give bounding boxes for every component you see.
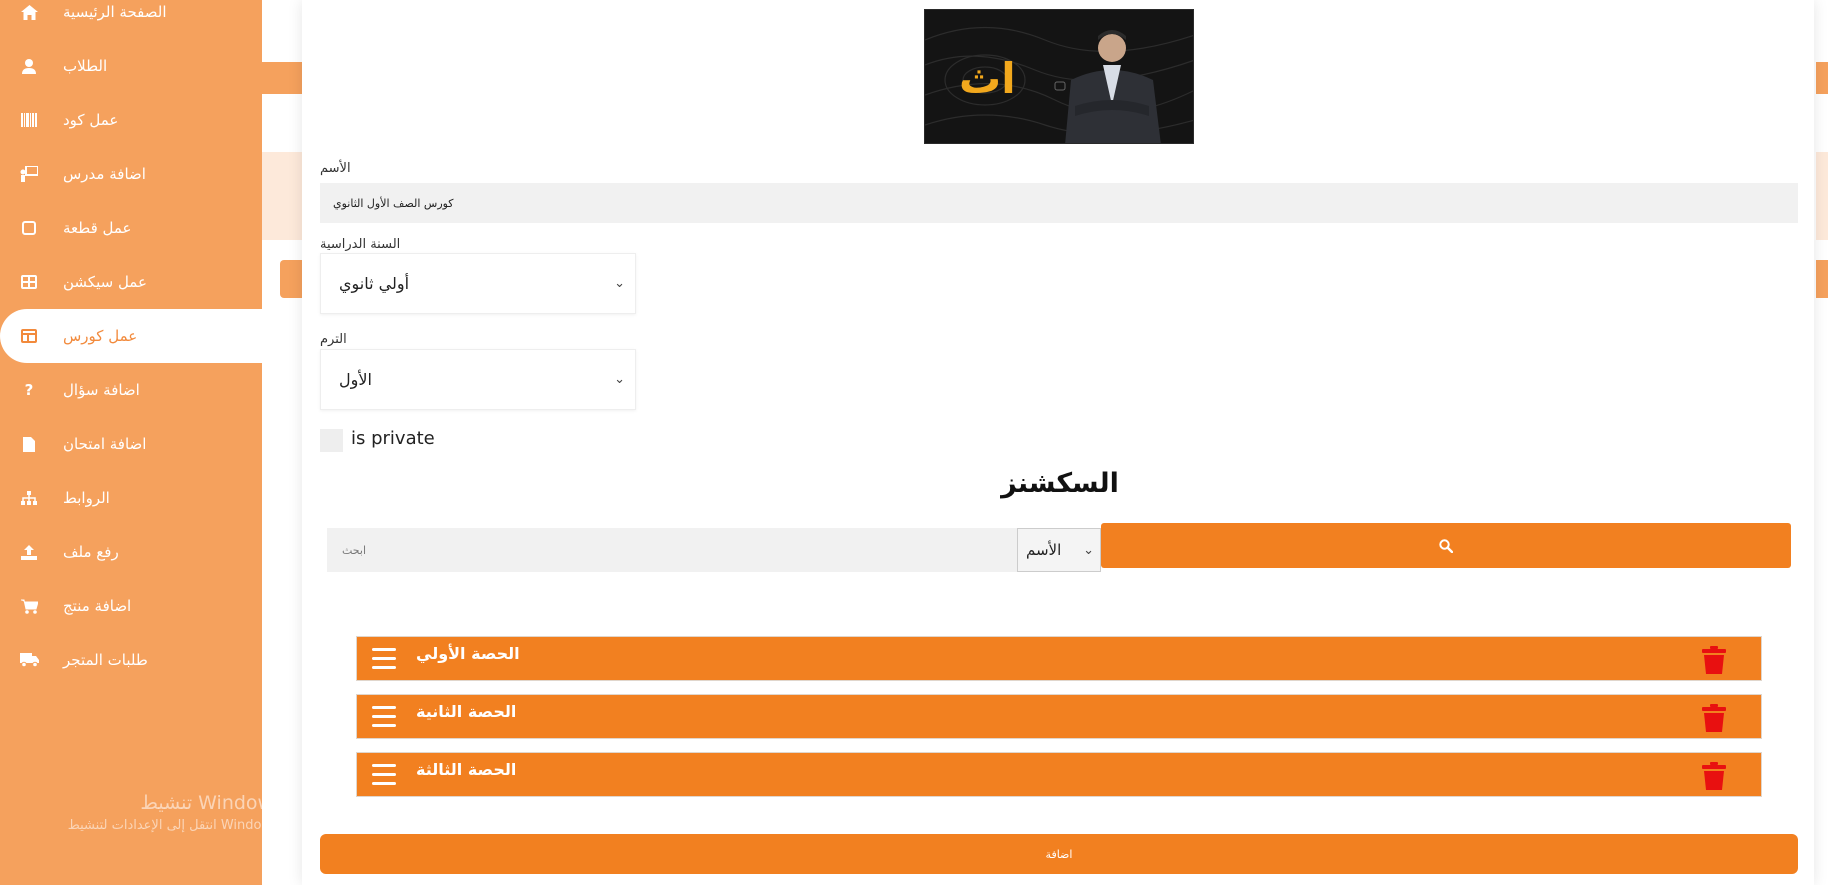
question-icon: ? <box>24 381 34 399</box>
term-value: الأول <box>339 370 372 389</box>
search-icon <box>1439 538 1453 553</box>
is-private-checkbox[interactable] <box>320 429 343 452</box>
course-name-value: كورس الصف الأول الثانوي <box>333 196 454 210</box>
windows-activation-hint: انتقل إلى الإعدادات لتنشيط Windows. <box>67 818 283 833</box>
upload-icon <box>19 544 39 560</box>
barcode-icon <box>19 113 39 127</box>
section-title: الحصة الثانية <box>416 702 517 721</box>
truck-icon <box>19 653 39 667</box>
sidebar-item-label: عمل سيكشن <box>63 273 147 291</box>
drag-handle-icon[interactable] <box>372 764 396 786</box>
chevron-down-icon: ⌄ <box>1083 542 1094 558</box>
delete-trash-icon[interactable] <box>1702 704 1726 732</box>
table-icon <box>19 329 39 343</box>
windows-activation-title: تنشيط Windows <box>140 792 283 814</box>
delete-trash-icon[interactable] <box>1702 762 1726 790</box>
sidebar-item-label: اضافة سؤال <box>63 381 140 399</box>
sidebar-item-make-course[interactable]: عمل كورس <box>0 309 262 363</box>
search-button[interactable] <box>1101 523 1791 568</box>
sidebar-item-store-orders[interactable]: طلبات المتجر <box>0 633 262 687</box>
sitemap-icon <box>19 491 39 505</box>
academic-year-label: السنة الدراسية <box>320 237 401 252</box>
academic-year-value: أولي ثانوي <box>339 274 410 293</box>
sidebar-item-label: رفع ملف <box>63 543 119 561</box>
term-select[interactable]: الأول ⌄ <box>320 349 636 410</box>
term-label: الترم <box>320 332 347 347</box>
sidebar-item-links[interactable]: الروابط <box>0 471 262 525</box>
drag-handle-icon[interactable] <box>372 648 396 670</box>
sidebar-item-label: اضافة منتج <box>63 597 132 615</box>
background-panel-strip <box>262 152 302 240</box>
sidebar-item-add-product[interactable]: اضافة منتج <box>0 579 262 633</box>
sidebar-item-make-code[interactable]: عمل كود <box>0 93 262 147</box>
sidebar-item-label: عمل قطعة <box>63 219 132 237</box>
square-icon <box>19 221 39 235</box>
chevron-down-icon: ⌄ <box>614 276 625 291</box>
sections-heading: السكشنز <box>1001 468 1119 499</box>
is-private-label: is private <box>351 428 435 449</box>
chevron-down-icon: ⌄ <box>614 372 625 387</box>
banner-logo-text: اث <box>959 54 1016 103</box>
search-field-select[interactable]: الأسم ⌄ <box>1017 528 1101 572</box>
background-header-strip <box>262 62 302 94</box>
background-right-header-strip <box>1816 62 1828 94</box>
user-icon <box>19 58 39 74</box>
academic-year-select[interactable]: أولي ثانوي ⌄ <box>320 253 636 314</box>
sidebar-item-home[interactable]: الصفحة الرئيسية <box>0 0 262 39</box>
course-name-input[interactable]: كورس الصف الأول الثانوي <box>320 183 1798 223</box>
cart-icon <box>19 599 39 614</box>
sidebar-item-label: عمل كورس <box>63 327 138 345</box>
sidebar-item-add-teacher[interactable]: اضافة مدرس <box>0 147 262 201</box>
sidebar-item-label: الروابط <box>63 489 110 507</box>
name-label: الأسم <box>320 161 351 176</box>
background-right-edge <box>1814 0 1828 885</box>
sidebar-item-label: طلبات المتجر <box>63 651 148 669</box>
background-right-panel-strip <box>1816 152 1828 240</box>
search-placeholder: ابحث <box>342 543 367 557</box>
course-banner-image: اث <box>924 9 1194 144</box>
background-button-strip <box>280 260 302 298</box>
sidebar-item-label: اضافة مدرس <box>63 165 146 183</box>
sidebar-item-make-section[interactable]: عمل سيكشن <box>0 255 262 309</box>
drag-handle-icon[interactable] <box>372 706 396 728</box>
sidebar-item-students[interactable]: الطلاب <box>0 39 262 93</box>
section-row[interactable]: الحصة الأولي <box>356 636 1762 681</box>
sidebar: الصفحة الرئيسية الطلاب عمل كود اضافة مدر… <box>0 0 283 885</box>
search-field-value: الأسم <box>1026 541 1062 559</box>
teacher-icon <box>19 166 39 182</box>
sidebar-item-label: اضافة امتحان <box>63 435 147 453</box>
sidebar-item-add-exam[interactable]: اضافة امتحان <box>0 417 262 471</box>
sidebar-item-upload-file[interactable]: رفع ملف <box>0 525 262 579</box>
sidebar-item-add-question[interactable]: ? اضافة سؤال <box>0 363 262 417</box>
section-search-input[interactable]: ابحث <box>327 528 1017 572</box>
sidebar-item-make-piece[interactable]: عمل قطعة <box>0 201 262 255</box>
delete-trash-icon[interactable] <box>1702 646 1726 674</box>
sidebar-item-label: عمل كود <box>63 111 119 129</box>
background-right-button-strip <box>1816 260 1828 298</box>
section-row[interactable]: الحصة الثالثة <box>356 752 1762 797</box>
sidebar-item-label: الطلاب <box>63 57 108 75</box>
grid-icon <box>19 275 39 289</box>
home-icon <box>19 4 39 20</box>
section-row[interactable]: الحصة الثانية <box>356 694 1762 739</box>
document-icon <box>19 436 39 452</box>
section-title: الحصة الثالثة <box>416 760 517 779</box>
add-button[interactable]: اضافة <box>320 834 1798 874</box>
section-title: الحصة الأولي <box>416 644 520 663</box>
add-button-label: اضافة <box>1045 847 1073 861</box>
sidebar-item-label: الصفحة الرئيسية <box>63 3 167 21</box>
